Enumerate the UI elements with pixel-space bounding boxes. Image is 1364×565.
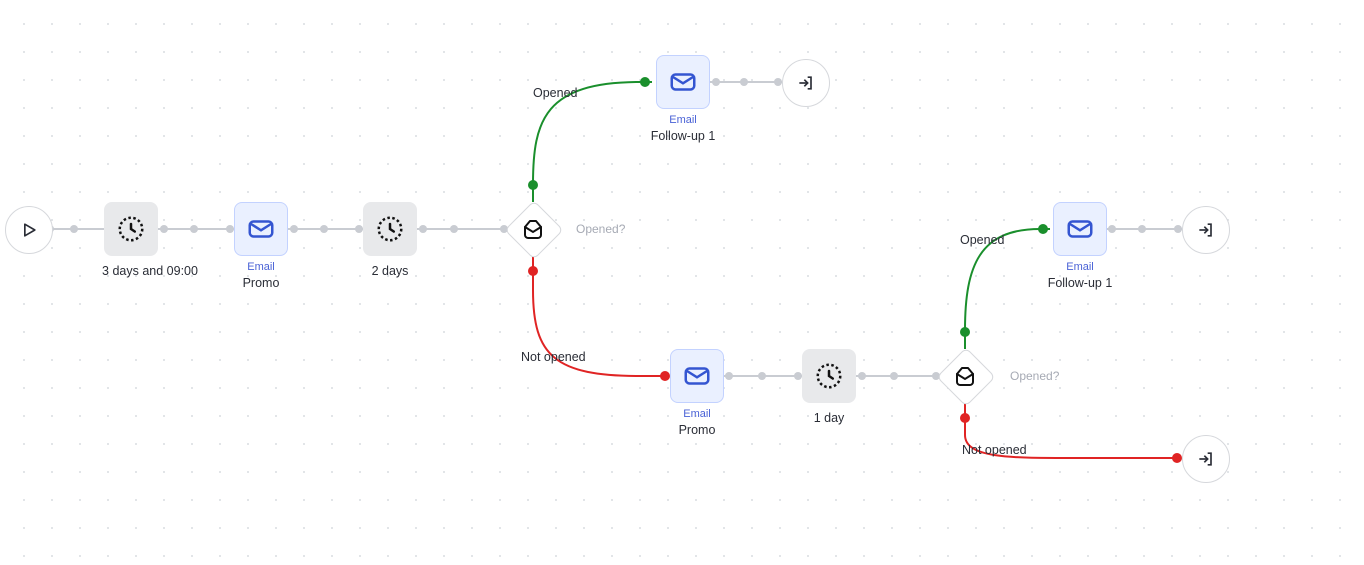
inbox-icon	[938, 349, 992, 403]
start-node[interactable]	[5, 206, 51, 254]
port-dot-yes	[1038, 224, 1048, 234]
port-dot	[355, 225, 363, 233]
email-node-followup-a[interactable]: Email Follow-up 1	[653, 55, 713, 145]
exit-icon	[1182, 435, 1230, 483]
port-dot-yes	[960, 327, 970, 337]
wait-node-2[interactable]: 2 days	[363, 202, 417, 280]
port-dot-no	[1172, 453, 1182, 463]
wait-node-1[interactable]: 3 days and 09:00	[80, 202, 220, 280]
wait-label: 2 days	[363, 264, 417, 280]
wait-label: 3 days and 09:00	[80, 264, 220, 280]
clock-icon	[802, 349, 856, 403]
node-type: Email	[670, 409, 724, 420]
mail-icon	[234, 202, 288, 256]
condition-label: Opened?	[576, 222, 625, 236]
branch-not-opened-label: Not opened	[521, 350, 586, 364]
exit-icon	[782, 59, 830, 107]
exit-node-a[interactable]	[782, 59, 828, 107]
wait-node-3[interactable]: 1 day	[802, 349, 856, 427]
port-dot	[794, 372, 802, 380]
port-dot	[1138, 225, 1146, 233]
port-dot	[419, 225, 427, 233]
node-type: Email	[1050, 262, 1110, 273]
condition-node-2[interactable]	[938, 349, 992, 403]
port-dot	[450, 225, 458, 233]
play-icon	[5, 206, 53, 254]
port-dot-yes	[528, 180, 538, 190]
port-dot-no	[960, 413, 970, 423]
inbox-icon	[506, 202, 560, 256]
port-dot-no	[660, 371, 670, 381]
email-node-promo-2[interactable]: Email Promo	[670, 349, 724, 439]
node-title: Promo	[670, 423, 724, 439]
mail-icon	[1053, 202, 1107, 256]
email-node-promo-1[interactable]: Email Promo	[234, 202, 288, 292]
branch-not-opened-label: Not opened	[962, 443, 1027, 457]
port-dot	[712, 78, 720, 86]
port-dot	[725, 372, 733, 380]
branch-opened-label: Opened	[533, 86, 577, 100]
mail-icon	[670, 349, 724, 403]
mail-icon	[656, 55, 710, 109]
port-dot	[70, 225, 78, 233]
node-title: Follow-up 1	[1040, 276, 1120, 292]
port-dot	[290, 225, 298, 233]
node-type: Email	[234, 262, 288, 273]
email-node-followup-b[interactable]: Email Follow-up 1	[1050, 202, 1110, 292]
port-dot	[740, 78, 748, 86]
clock-icon	[104, 202, 158, 256]
port-dot	[226, 225, 234, 233]
port-dot-no	[528, 266, 538, 276]
node-type: Email	[653, 115, 713, 126]
flow-canvas[interactable]: { "types": { "email": "Email" }, "start"…	[0, 0, 1364, 565]
port-dot	[320, 225, 328, 233]
node-title: Follow-up 1	[643, 129, 723, 145]
port-dot	[774, 78, 782, 86]
exit-icon	[1182, 206, 1230, 254]
exit-node-b[interactable]	[1182, 206, 1228, 254]
port-dot	[858, 372, 866, 380]
port-dot	[1174, 225, 1182, 233]
condition-label: Opened?	[1010, 369, 1059, 383]
wait-label: 1 day	[802, 411, 856, 427]
exit-node-c[interactable]	[1182, 435, 1228, 483]
node-title: Promo	[234, 276, 288, 292]
condition-node-1[interactable]	[506, 202, 560, 256]
port-dot	[890, 372, 898, 380]
port-dot	[758, 372, 766, 380]
clock-icon	[363, 202, 417, 256]
port-dot-yes	[640, 77, 650, 87]
branch-opened-label: Opened	[960, 233, 1004, 247]
